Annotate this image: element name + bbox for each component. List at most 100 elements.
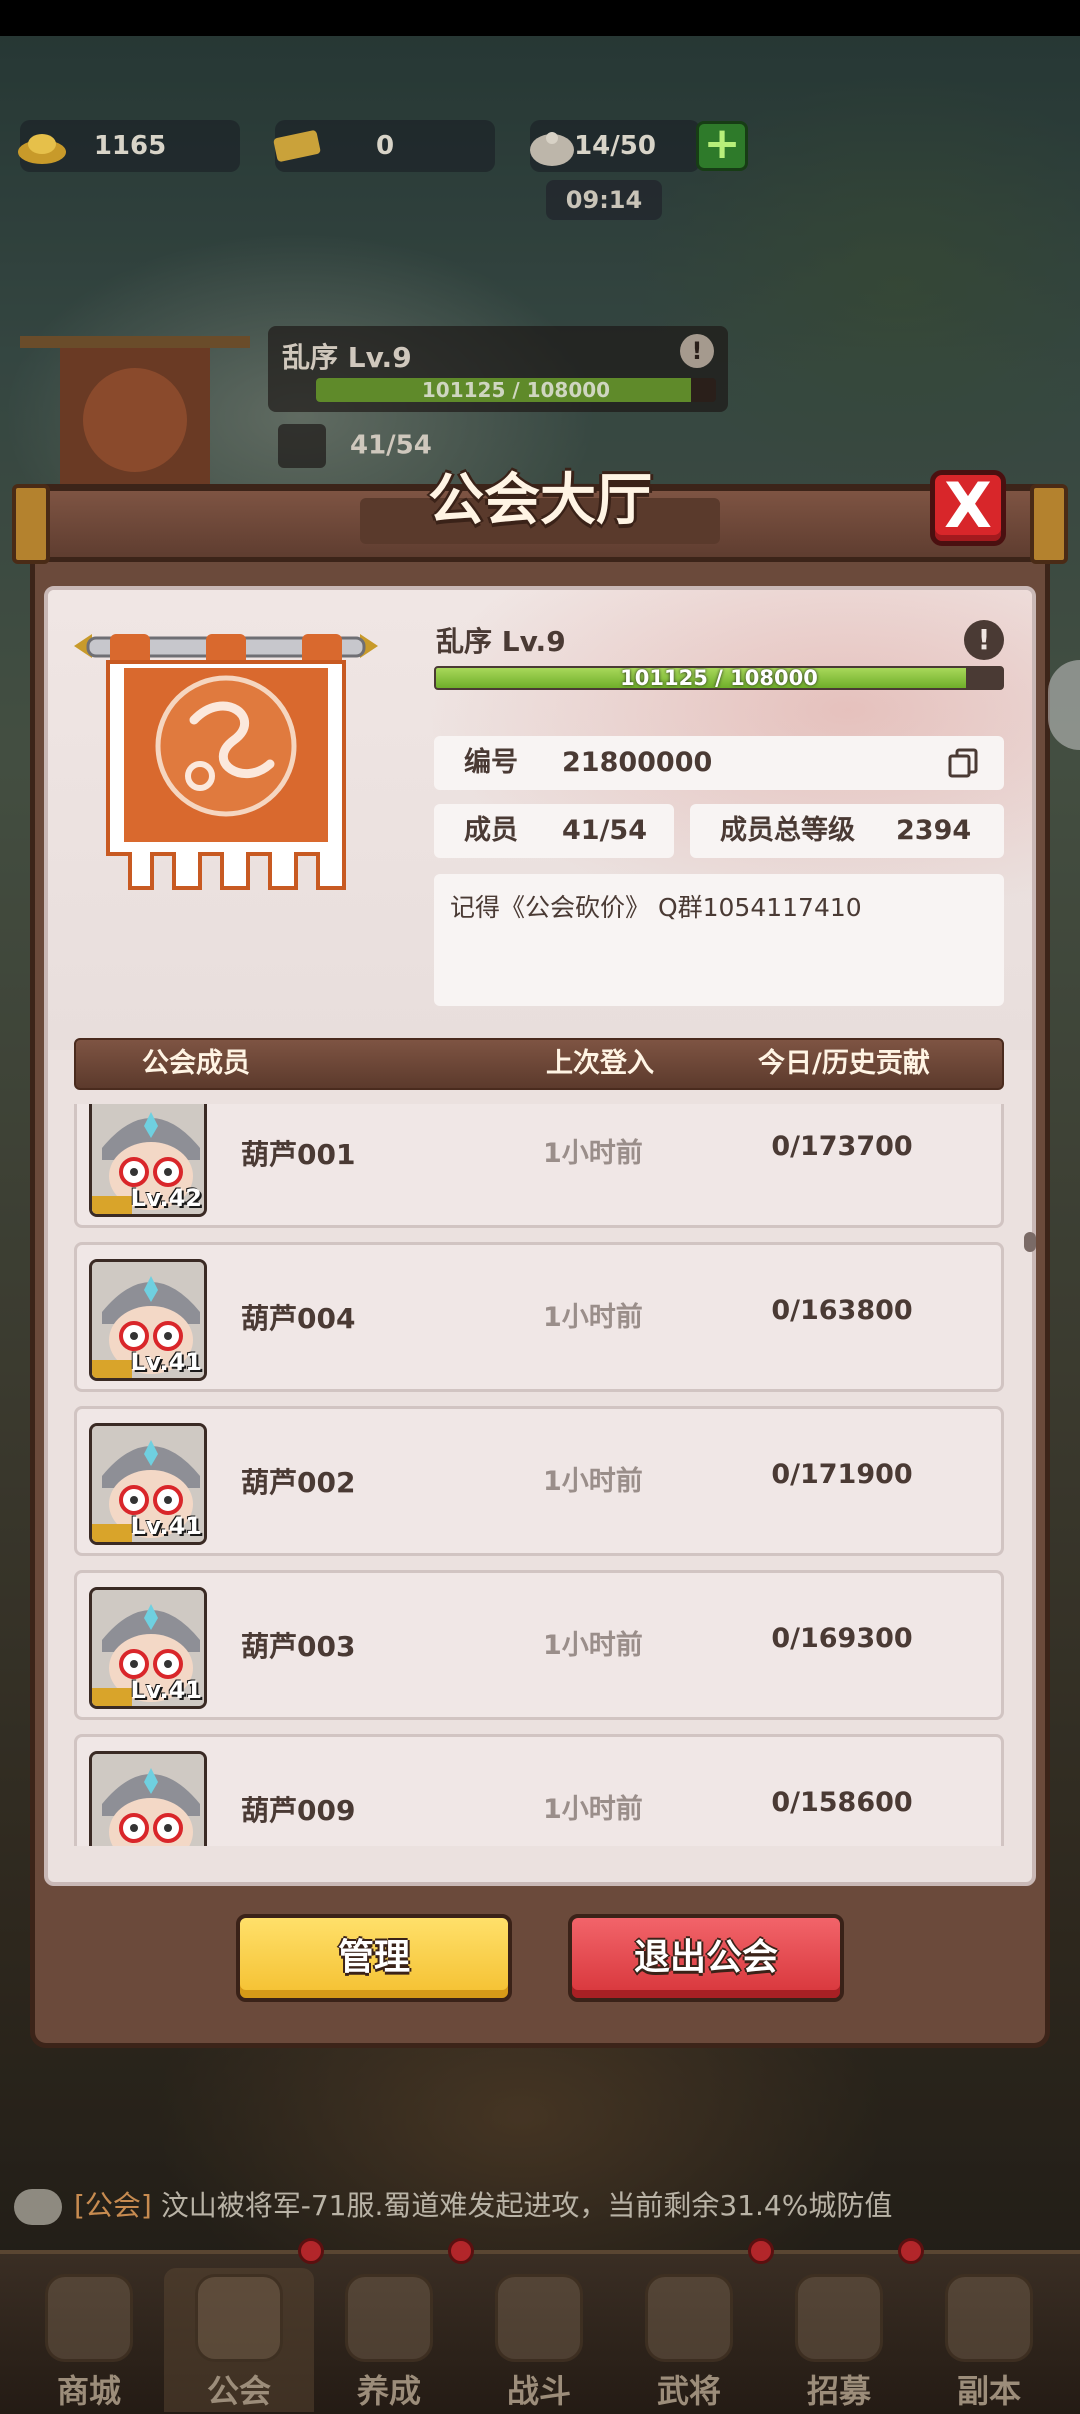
ticket-counter: 0 xyxy=(273,120,495,172)
member-last-login: 1小时前 xyxy=(543,1630,643,1661)
col-last-login: 上次登入 xyxy=(546,1048,654,1079)
manage-button[interactable]: 管理 xyxy=(236,1914,512,2002)
member-last-login: 1小时前 xyxy=(543,1466,643,1497)
guild-members-label: 成员 xyxy=(464,815,518,846)
bottom-nav: 商城 公会 养成 战斗 武将 招募 副本 xyxy=(0,2250,1080,2414)
member-last-login: 1小时前 xyxy=(543,1138,643,1169)
list-scrollbar[interactable] xyxy=(1024,1232,1036,1252)
nav-item-1[interactable]: 商城 xyxy=(14,2268,164,2412)
close-button[interactable]: X xyxy=(930,470,1006,546)
gold-counter: 1165 xyxy=(18,120,240,172)
background-guild-exp-bar: 101125 / 108000 xyxy=(316,378,716,402)
nav-label: 商城 xyxy=(56,2372,121,2410)
member-level: Lv.41 xyxy=(130,1348,203,1376)
member-list[interactable]: Lv.42 葫芦001 1小时前 0/173700 Lv.41 葫芦004 1小时前 0/16… xyxy=(74,1104,1004,1846)
guild-members-field: 成员 41/54 xyxy=(434,804,674,858)
dungeon-icon xyxy=(945,2274,1033,2362)
member-avatar: Lv.41 xyxy=(89,1587,207,1709)
background-guild-info: 乱序 Lv.9 ! 101125 / 108000 xyxy=(268,326,728,412)
nav-label: 武将 xyxy=(656,2372,721,2410)
member-contribution: 0/163800 xyxy=(771,1295,913,1326)
guild-exp-bar: 101125 / 108000 xyxy=(434,666,1004,690)
notification-dot xyxy=(298,2238,324,2264)
guild-notice: 记得《公会砍价》 Q群1054117410 xyxy=(434,874,1004,1006)
member-name: 葫芦009 xyxy=(241,1794,356,1827)
guild-members-value: 41/54 xyxy=(562,815,648,846)
guild-id-value: 21800000 xyxy=(562,747,713,778)
guild-name: 乱序 Lv.9 xyxy=(436,625,566,658)
member-contribution: 0/171900 xyxy=(771,1459,913,1490)
member-row[interactable]: 葫芦009 1小时前 0/158600 xyxy=(74,1734,1004,1846)
guild-icon xyxy=(195,2274,283,2362)
nav-item-2[interactable]: 公会 xyxy=(164,2268,314,2412)
guild-total-level-label: 成员总等级 xyxy=(720,815,855,846)
guild-id-field: 编号 21800000 xyxy=(434,736,1004,790)
chat-bubble-icon xyxy=(14,2189,62,2225)
member-name: 葫芦004 xyxy=(241,1302,356,1335)
nav-item-7[interactable]: 副本 xyxy=(914,2268,1064,2412)
notification-dot xyxy=(748,2238,774,2264)
chat-channel-tag: [公会] xyxy=(74,2189,152,2222)
bun-icon xyxy=(530,132,574,166)
member-contribution: 0/169300 xyxy=(771,1623,913,1654)
notification-dot xyxy=(898,2238,924,2264)
guild-total-level-field: 成员总等级 2394 xyxy=(690,804,1004,858)
background-guild-exp-text: 101125 / 108000 xyxy=(421,378,611,402)
person-icon xyxy=(278,424,326,468)
nav-label: 养成 xyxy=(356,2372,421,2410)
nav-item-5[interactable]: 武将 xyxy=(614,2268,764,2412)
background-member-count: 41/54 xyxy=(278,424,432,468)
modal-title: 公会大厅 xyxy=(428,468,652,533)
training-icon xyxy=(345,2274,433,2362)
nav-label: 副本 xyxy=(956,2372,1021,2410)
status-bar xyxy=(0,0,1080,36)
member-avatar xyxy=(89,1751,207,1846)
member-avatar: Lv.42 xyxy=(89,1104,207,1217)
guild-info-warning-icon[interactable]: ! xyxy=(964,620,1004,660)
nav-item-4[interactable]: 战斗 xyxy=(464,2268,614,2412)
recruit-icon xyxy=(795,2274,883,2362)
battle-icon xyxy=(495,2274,583,2362)
guild-total-level-value: 2394 xyxy=(896,815,972,846)
general-icon xyxy=(645,2274,733,2362)
notification-dot xyxy=(448,2238,474,2264)
member-avatar: Lv.41 xyxy=(89,1423,207,1545)
nav-item-3[interactable]: 养成 xyxy=(314,2268,464,2412)
copy-icon[interactable] xyxy=(948,748,978,778)
stamina-timer: 09:14 xyxy=(546,180,662,220)
stamina-counter: 14/50 xyxy=(530,120,700,172)
guild-exp-text: 101125 / 108000 xyxy=(620,666,818,690)
member-contribution: 0/158600 xyxy=(771,1787,913,1818)
member-contribution: 0/173700 xyxy=(771,1131,913,1162)
background-member-value: 41/54 xyxy=(350,430,432,461)
add-stamina-button[interactable]: + xyxy=(696,121,748,171)
member-row[interactable]: Lv.42 葫芦001 1小时前 0/173700 xyxy=(74,1104,1004,1228)
nav-label: 招募 xyxy=(806,2372,871,2410)
nav-label: 战斗 xyxy=(506,2372,571,2410)
shop-icon xyxy=(45,2274,133,2362)
hero-portrait-icon xyxy=(92,1754,204,1846)
nav-label: 公会 xyxy=(206,2372,271,2410)
ticket-icon xyxy=(273,130,321,162)
background-guild-name: 乱序 Lv.9 xyxy=(282,341,412,374)
member-last-login: 1小时前 xyxy=(543,1302,643,1333)
quit-guild-button[interactable]: 退出公会 xyxy=(568,1914,844,2002)
col-contribution: 今日/历史贡献 xyxy=(758,1048,930,1079)
nav-item-6[interactable]: 招募 xyxy=(764,2268,914,2412)
guild-id-label: 编号 xyxy=(464,747,518,778)
member-row[interactable]: Lv.41 葫芦004 1小时前 0/163800 xyxy=(74,1242,1004,1392)
member-level: Lv.41 xyxy=(130,1512,203,1540)
member-row[interactable]: Lv.41 葫芦003 1小时前 0/169300 xyxy=(74,1570,1004,1720)
guild-banner-icon xyxy=(74,634,378,890)
member-name: 葫芦002 xyxy=(241,1466,356,1499)
chat-message: 汶山被将军-71服.蜀道难发起进攻，当前剩余31.4%城防值 xyxy=(160,2189,893,2222)
col-member: 公会成员 xyxy=(142,1048,250,1079)
member-row[interactable]: Lv.41 葫芦002 1小时前 0/171900 xyxy=(74,1406,1004,1556)
member-last-login: 1小时前 xyxy=(543,1794,643,1825)
chat-ticker[interactable]: [公会] 汶山被将军-71服.蜀道难发起进攻，当前剩余31.4%城防值 xyxy=(14,2180,1074,2232)
member-avatar: Lv.41 xyxy=(89,1259,207,1381)
member-level: Lv.41 xyxy=(130,1676,203,1704)
member-table-header: 公会成员 上次登入 今日/历史贡献 xyxy=(74,1038,1004,1090)
member-name: 葫芦001 xyxy=(241,1138,356,1171)
background-warn-icon: ! xyxy=(680,334,714,368)
